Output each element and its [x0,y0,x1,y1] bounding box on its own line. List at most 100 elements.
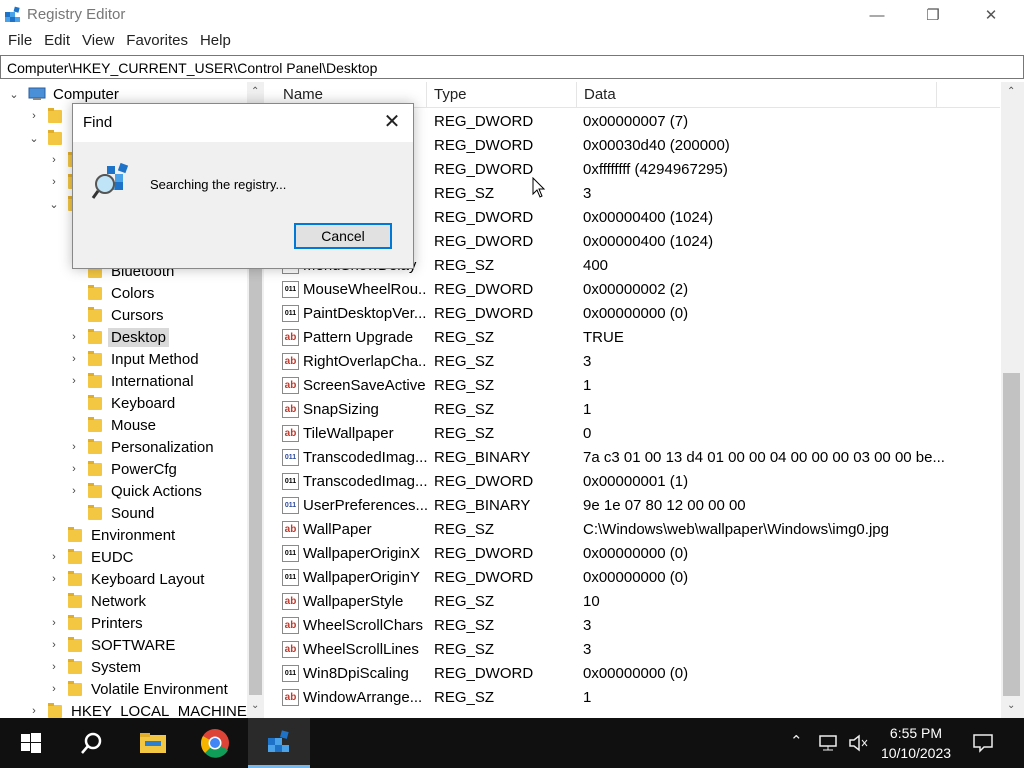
tree-partial-item[interactable]: › [28,105,68,127]
menu-file[interactable]: File [3,30,39,54]
tree-item[interactable]: › System [48,656,144,678]
tree-item[interactable]: › Input Method [68,348,202,370]
value-row[interactable]: ab WheelScrollLines REG_SZ 3 [276,637,1000,661]
expand-chevron-icon[interactable]: › [68,375,80,387]
tree-item[interactable]: Sound [68,502,157,524]
expand-chevron-icon[interactable]: › [48,683,60,695]
column-header-data[interactable]: Data [577,82,937,108]
network-icon[interactable] [818,734,840,752]
tree-item[interactable]: Network [48,590,149,612]
tree-item[interactable]: Keyboard [68,392,178,414]
expand-chevron-icon[interactable]: › [28,110,40,122]
tree-item[interactable]: Colors [68,282,157,304]
string-value-icon: ab [282,520,299,538]
minimize-button[interactable]: — [848,0,906,30]
registry-editor-taskbar-button[interactable] [248,718,310,768]
notification-center-icon[interactable] [972,733,994,753]
expand-chevron-icon[interactable]: › [68,463,80,475]
tree-item[interactable]: › EUDC [48,546,137,568]
expand-chevron-icon[interactable]: › [48,573,60,585]
column-header-type[interactable]: Type [427,82,577,108]
tree-item[interactable]: › Volatile Environment [48,678,231,700]
value-type: REG_BINARY [434,448,531,466]
menu-help[interactable]: Help [195,30,238,54]
expand-chevron-icon[interactable]: › [48,154,60,166]
menu-edit[interactable]: Edit [39,30,77,54]
tree-item[interactable]: › Printers [48,612,146,634]
expand-chevron-icon[interactable]: › [28,705,40,717]
value-row[interactable]: 011 WallpaperOriginX REG_DWORD 0x00000000 (… [276,541,1000,565]
dialog-message: Searching the registry... [150,177,287,192]
menu-favorites[interactable]: Favorites [121,30,195,54]
volume-muted-icon[interactable] [848,734,868,752]
expand-chevron-icon[interactable]: › [48,617,60,629]
value-row[interactable]: ab WallPaper REG_SZ C:\Windows\web\wallpape… [276,517,1000,541]
search-button[interactable] [60,718,122,768]
tree-item-label: Quick Actions [111,482,202,500]
tree-item[interactable]: › International [68,370,197,392]
tree-item[interactable]: › Personalization [68,436,217,458]
address-bar[interactable]: Computer\HKEY_CURRENT_USER\Control Panel… [0,55,1024,79]
chrome-button[interactable] [184,718,246,768]
value-row[interactable]: 011 UserPreferences... REG_BINARY 9e 1e 07 … [276,493,1000,517]
value-row[interactable]: ab WheelScrollChars REG_SZ 3 [276,613,1000,637]
show-hidden-icons-icon[interactable]: ⌃ [790,732,803,750]
menu-view[interactable]: View [77,30,121,54]
value-row[interactable]: ab WindowArrange... REG_SZ 1 [276,685,1000,709]
value-row[interactable]: ab ScreenSaveActive REG_SZ 1 [276,373,1000,397]
expand-chevron-icon[interactable]: › [68,485,80,497]
start-button[interactable] [0,718,62,768]
expand-chevron-icon[interactable]: › [48,661,60,673]
scroll-up-arrow-icon[interactable]: ⌃ [251,86,259,97]
expand-chevron-icon[interactable]: › [68,441,80,453]
value-type: REG_DWORD [434,160,534,178]
tree-item[interactable]: › Quick Actions [68,480,205,502]
tree-item[interactable]: › SOFTWARE [48,634,178,656]
value-row[interactable]: 011 WallpaperOriginY REG_DWORD 0x00000000 (… [276,565,1000,589]
value-name-cell: ab WindowArrange... [276,688,427,706]
list-scrollbar-thumb[interactable] [1003,373,1020,696]
value-row[interactable]: 011 Win8DpiScaling REG_DWORD 0x00000000 (0) [276,661,1000,685]
value-row[interactable]: ab RightOverlapCha... REG_SZ 3 [276,349,1000,373]
scroll-up-arrow-icon[interactable]: ⌃ [1007,86,1015,97]
scroll-down-arrow-icon[interactable]: ⌄ [251,700,259,711]
tree-item[interactable]: Mouse [68,414,159,436]
collapse-chevron-icon[interactable]: ⌄ [48,198,60,211]
cancel-button[interactable]: Cancel [294,223,392,249]
maximize-button[interactable]: ❐ [904,0,962,30]
value-name-cell: ab WheelScrollLines [276,640,427,658]
value-data: 1 [583,400,592,418]
tree-item[interactable]: Cursors [68,304,167,326]
clock[interactable]: 6:55 PM 10/10/2023 [878,723,954,763]
value-row[interactable]: 011 MouseWheelRou... REG_DWORD 0x00000002 (… [276,277,1000,301]
expand-chevron-icon[interactable]: › [48,639,60,651]
expand-chevron-icon[interactable]: › [48,551,60,563]
value-type: REG_DWORD [434,136,534,154]
tree-item[interactable]: › Desktop [68,326,170,348]
collapse-chevron-icon[interactable]: ⌄ [8,88,20,101]
dialog-close-button[interactable]: ✕ [377,108,407,136]
tree-item[interactable]: › Keyboard Layout [48,568,207,590]
tree-item[interactable]: › PowerCfg [68,458,180,480]
close-button[interactable]: ✕ [962,0,1020,30]
title-bar[interactable]: Registry Editor — ❐ ✕ [0,0,1024,30]
folder-icon [48,107,62,123]
expand-chevron-icon[interactable]: › [48,176,60,188]
value-row[interactable]: 011 TranscodedImag... REG_DWORD 0x00000001 … [276,469,1000,493]
value-row[interactable]: ab WallpaperStyle REG_SZ 10 [276,589,1000,613]
tree-partial-item[interactable]: ⌄ [28,127,68,149]
value-row[interactable]: ab SnapSizing REG_SZ 1 [276,397,1000,421]
value-row[interactable]: 011 TranscodedImag... REG_BINARY 7a c3 01 0… [276,445,1000,469]
expand-chevron-icon[interactable]: › [68,353,80,365]
tree-root-computer[interactable]: ⌄ Computer [8,83,122,105]
file-explorer-button[interactable] [122,718,184,768]
expand-chevron-icon[interactable]: › [68,331,80,343]
collapse-chevron-icon[interactable]: ⌄ [28,132,40,145]
value-row[interactable]: ab Pattern Upgrade REG_SZ TRUE [276,325,1000,349]
value-row[interactable]: 011 PaintDesktopVer... REG_DWORD 0x00000000… [276,301,1000,325]
tree-item[interactable]: Environment [48,524,178,546]
scroll-down-arrow-icon[interactable]: ⌄ [1007,700,1015,711]
value-row[interactable]: ab TileWallpaper REG_SZ 0 [276,421,1000,445]
value-data: C:\Windows\web\wallpaper\Windows\img0.jp… [583,520,889,538]
tree-item[interactable]: › HKEY_LOCAL_MACHINE [28,700,250,718]
